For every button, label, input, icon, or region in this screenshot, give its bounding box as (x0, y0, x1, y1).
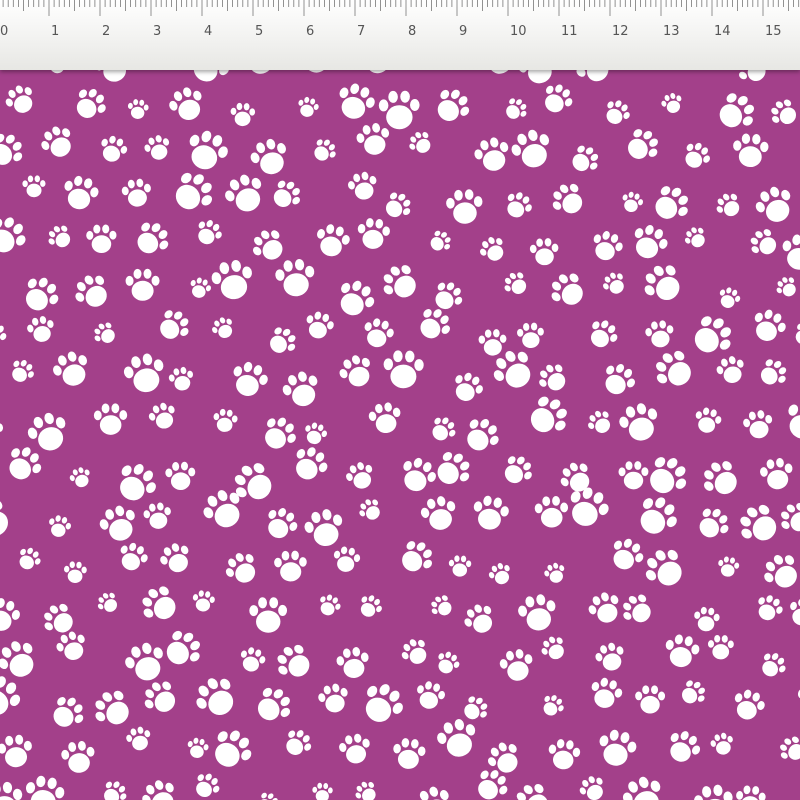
ruler-label: 8 (408, 24, 416, 39)
ruler-label: 6 (306, 24, 314, 39)
ruler-label: 15 (765, 24, 782, 39)
ruler-label: 13 (663, 24, 680, 39)
ruler-label: 7 (357, 24, 365, 39)
ruler-ticks (2, 0, 800, 16)
ruler-label: 11 (561, 24, 578, 39)
ruler-label: 12 (612, 24, 629, 39)
ruler-label: 14 (714, 24, 731, 39)
ruler-label: 2 (102, 24, 110, 39)
ruler-labels: 0 1 2 3 4 5 6 7 8 9 10 11 12 13 14 15 (0, 24, 782, 39)
fabric-pattern (0, 0, 800, 800)
ruler-label: 5 (255, 24, 263, 39)
ruler-label: 4 (204, 24, 212, 39)
ruler-label: 10 (510, 24, 527, 39)
ruler-label: 0 (0, 24, 8, 39)
ruler-label: 1 (51, 24, 59, 39)
ruler-label: 9 (459, 24, 467, 39)
ruler-label: 3 (153, 24, 161, 39)
ruler: 0 1 2 3 4 5 6 7 8 9 10 11 12 13 14 15 (0, 0, 800, 70)
